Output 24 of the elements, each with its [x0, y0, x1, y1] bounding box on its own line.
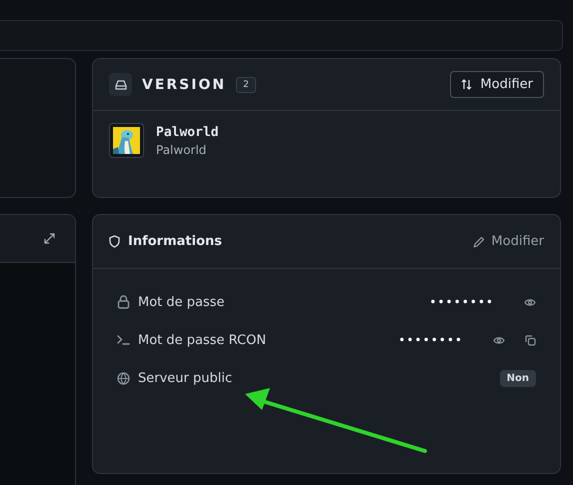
field-label: Serveur public: [138, 370, 232, 386]
sort-arrows-icon: [461, 79, 472, 90]
terminal-icon: [117, 335, 130, 345]
show-password-button[interactable]: [493, 336, 505, 344]
masked-password: ••••••••: [398, 333, 463, 347]
show-password-button[interactable]: [524, 298, 536, 306]
field-label: Mot de passe RCON: [138, 332, 266, 348]
lock-icon: [117, 295, 130, 309]
masked-password: ••••••••: [429, 295, 494, 309]
edit-button[interactable]: Modifier: [473, 234, 544, 249]
field-label: Mot de passe: [138, 294, 225, 310]
section-title: VERSION: [142, 76, 226, 92]
copy-button[interactable]: [525, 334, 536, 346]
count-badge: 2: [236, 76, 256, 92]
game-name: Palworld: [156, 124, 219, 140]
modify-button[interactable]: Modifier: [450, 71, 544, 98]
section-title: Informations: [128, 234, 222, 249]
game-subtitle: Palworld: [156, 142, 208, 156]
expand-icon[interactable]: [44, 233, 55, 244]
status-badge: Non: [500, 370, 536, 386]
shield-icon: [109, 235, 120, 248]
globe-icon: [117, 372, 130, 384]
drive-icon: [109, 73, 132, 96]
pencil-icon: [473, 236, 486, 248]
